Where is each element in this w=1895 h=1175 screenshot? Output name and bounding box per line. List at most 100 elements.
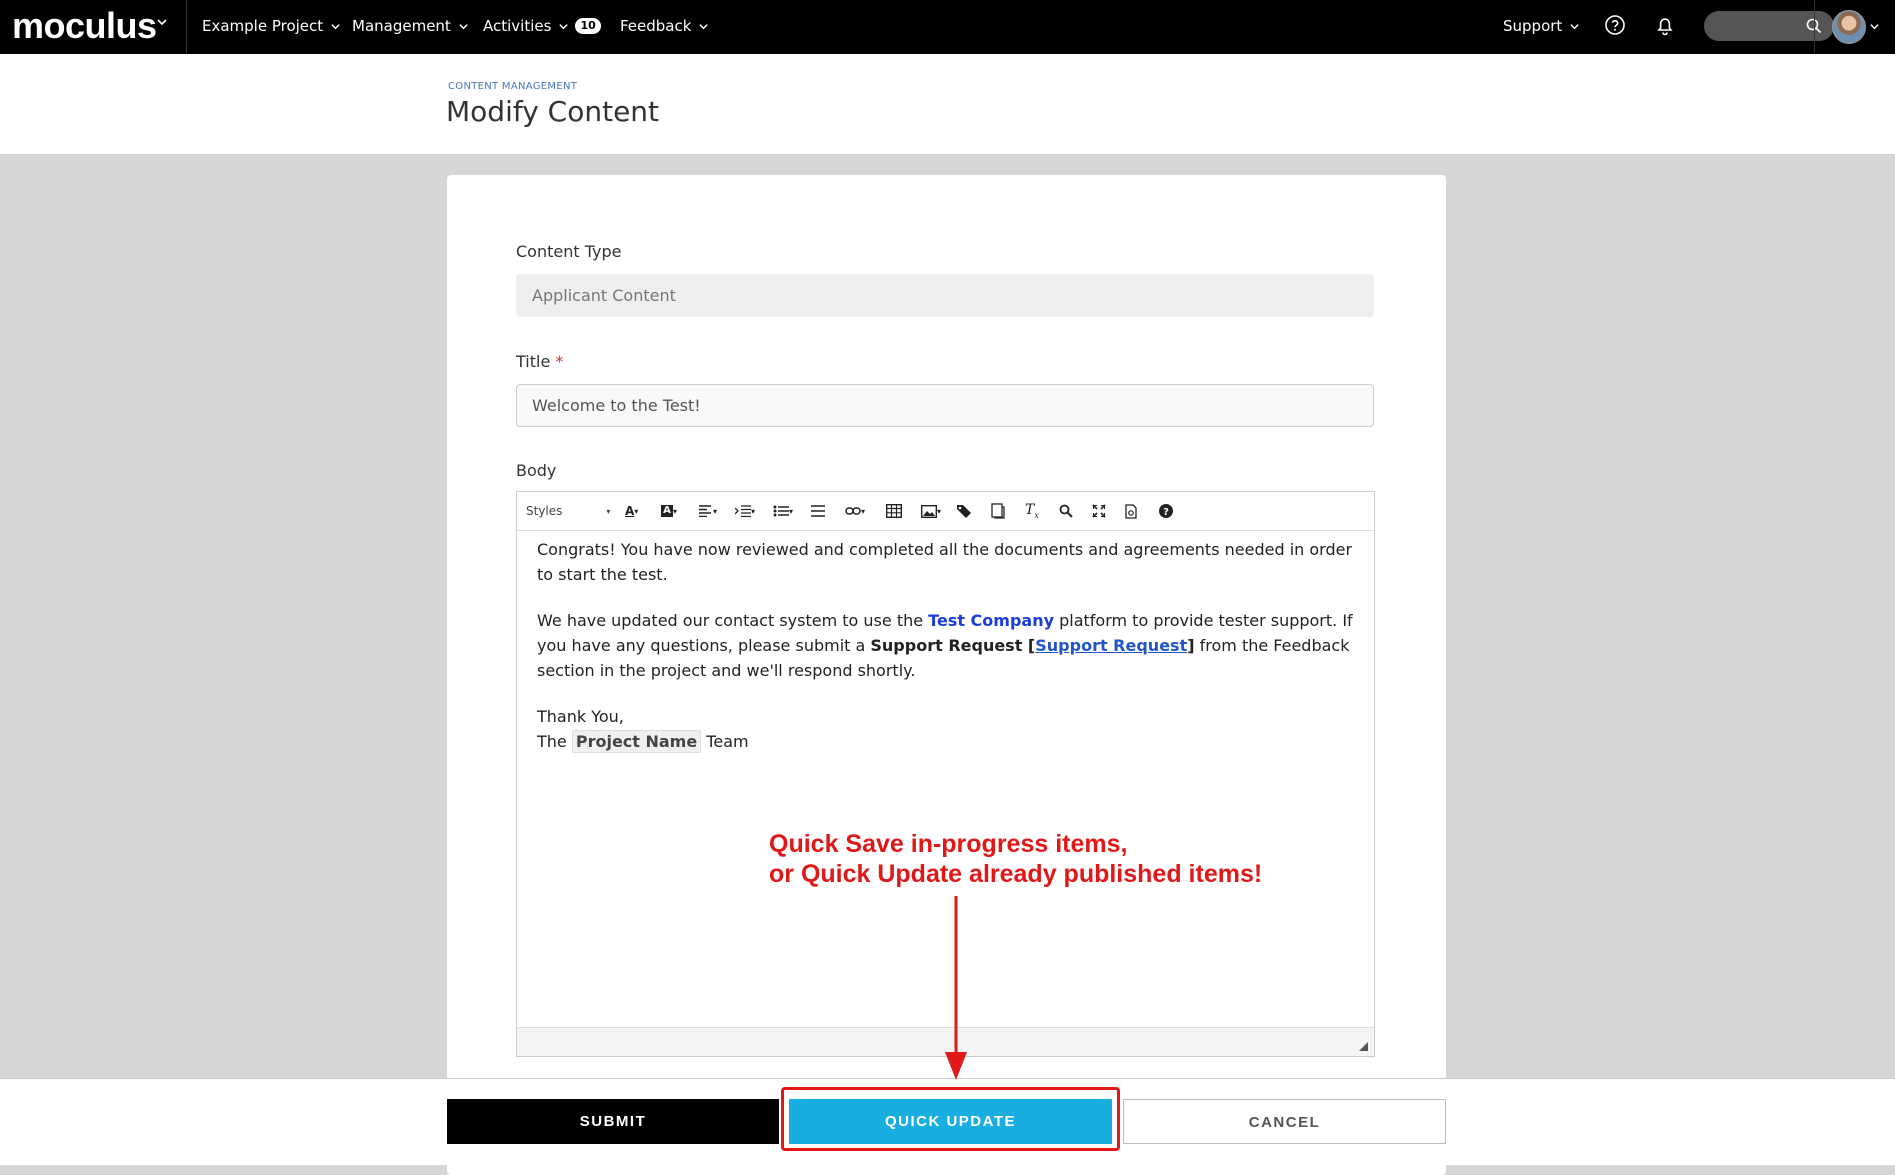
body-paragraph: We have updated our contact system to us… bbox=[537, 608, 1357, 683]
body-paragraph: Congrats! You have now reviewed and comp… bbox=[537, 540, 1353, 584]
find-button[interactable] bbox=[1059, 502, 1073, 520]
top-navbar: moculus Example Project Management Activ… bbox=[0, 0, 1895, 54]
activities-count-badge: 10 bbox=[575, 18, 601, 34]
title-input[interactable] bbox=[516, 384, 1374, 427]
resize-handle-icon[interactable] bbox=[1359, 1042, 1368, 1051]
clear-formatting-icon: Tx bbox=[1025, 502, 1039, 520]
dropdown-arrow-icon: ▾ bbox=[634, 506, 639, 516]
preview-icon bbox=[1125, 503, 1137, 519]
logo[interactable]: moculus bbox=[12, 6, 157, 46]
editor-toolbar: Styles ▾ A ▾ A ▾ ▾ ▾ ▾ ▾ ▾ Tx ? bbox=[517, 492, 1374, 531]
annotation-line: Quick Save in-progress items, bbox=[769, 830, 1128, 858]
text-run: Thank You, bbox=[537, 707, 624, 726]
nav-item-label: Support bbox=[1503, 17, 1563, 35]
chevron-down-icon[interactable] bbox=[156, 16, 168, 28]
image-icon bbox=[921, 504, 937, 518]
indent-button[interactable]: ▾ bbox=[735, 502, 755, 520]
preview-button[interactable] bbox=[1125, 502, 1137, 520]
page-icon bbox=[991, 503, 1005, 519]
breadcrumb[interactable]: CONTENT MANAGEMENT bbox=[448, 81, 577, 92]
annotation-callout: Quick Save in-progress items, or Quick U… bbox=[769, 829, 1262, 889]
nav-example-project[interactable]: Example Project bbox=[202, 16, 341, 36]
dropdown-arrow-icon: ▾ bbox=[713, 506, 718, 516]
fullscreen-button[interactable] bbox=[1092, 502, 1106, 520]
table-button[interactable] bbox=[886, 502, 902, 520]
nav-management[interactable]: Management bbox=[352, 16, 469, 36]
dropdown-arrow-icon: ▾ bbox=[751, 506, 756, 516]
company-name-text: Test Company bbox=[928, 611, 1055, 630]
nav-support[interactable]: Support bbox=[1503, 16, 1580, 36]
page-break-button[interactable] bbox=[991, 502, 1005, 520]
chevron-down-icon[interactable] bbox=[1869, 21, 1880, 32]
horizontal-rule-button[interactable] bbox=[811, 502, 825, 520]
text-run: Team bbox=[701, 732, 749, 751]
text-run: We have updated our contact system to us… bbox=[537, 611, 929, 630]
nav-item-label: Activities bbox=[483, 17, 552, 35]
dropdown-arrow-icon: ▾ bbox=[606, 506, 611, 516]
fullscreen-icon bbox=[1092, 504, 1106, 518]
horizontal-rule-icon bbox=[811, 505, 825, 517]
body-label: Body bbox=[516, 461, 557, 480]
nav-divider bbox=[186, 0, 187, 54]
nav-activities[interactable]: Activities 10 bbox=[483, 16, 601, 36]
content-type-label: Content Type bbox=[516, 242, 622, 261]
dropdown-arrow-icon: ▾ bbox=[937, 506, 942, 516]
title-label-text: Title bbox=[516, 352, 551, 371]
content-type-field: Applicant Content bbox=[516, 274, 1374, 317]
page-header: CONTENT MANAGEMENT Modify Content bbox=[0, 54, 1895, 155]
styles-dropdown[interactable]: Styles ▾ bbox=[526, 502, 610, 520]
cancel-button[interactable]: CANCEL bbox=[1123, 1099, 1446, 1144]
indent-icon bbox=[735, 505, 751, 517]
annotation-highlight-box bbox=[781, 1087, 1120, 1151]
required-mark: * bbox=[555, 352, 564, 371]
support-request-text: Support Request bbox=[870, 636, 1023, 655]
body-paragraph: Thank You, The Project Name Team bbox=[537, 704, 1357, 754]
text-color-icon: A bbox=[625, 504, 635, 518]
nav-item-label: Example Project bbox=[202, 17, 324, 35]
background-color-button[interactable]: A ▾ bbox=[661, 502, 677, 520]
project-name-token[interactable]: Project Name bbox=[571, 730, 702, 753]
submit-button[interactable]: SUBMIT bbox=[447, 1099, 779, 1144]
search-icon bbox=[1059, 504, 1073, 518]
bracket-text: [ bbox=[1022, 636, 1036, 655]
tags-button[interactable] bbox=[956, 502, 972, 520]
align-left-icon bbox=[699, 505, 711, 517]
bulleted-list-icon bbox=[773, 505, 789, 517]
text-run: The bbox=[537, 732, 572, 751]
styles-dropdown-label: Styles bbox=[526, 504, 563, 518]
text-color-button[interactable]: A ▾ bbox=[625, 502, 638, 520]
dropdown-arrow-icon: ▾ bbox=[673, 506, 678, 516]
align-button[interactable]: ▾ bbox=[699, 502, 717, 520]
chevron-down-icon bbox=[459, 23, 468, 29]
chevron-down-icon bbox=[699, 23, 709, 29]
page-title: Modify Content bbox=[446, 95, 660, 128]
help-button[interactable]: ? bbox=[1159, 502, 1173, 520]
editor-statusbar bbox=[517, 1027, 1374, 1056]
image-button[interactable]: ▾ bbox=[921, 502, 941, 520]
bell-icon[interactable] bbox=[1654, 14, 1676, 36]
clear-formatting-button[interactable]: Tx bbox=[1025, 502, 1039, 520]
content-form-card: Content Type Applicant Content Title * B… bbox=[447, 175, 1446, 1175]
help-icon: ? bbox=[1159, 504, 1173, 518]
help-icon[interactable] bbox=[1604, 14, 1626, 36]
dropdown-arrow-icon: ▾ bbox=[789, 506, 794, 516]
link-button[interactable]: ▾ bbox=[845, 502, 865, 520]
table-icon bbox=[886, 504, 902, 518]
chevron-down-icon bbox=[559, 23, 569, 29]
nav-item-label: Feedback bbox=[620, 17, 692, 35]
list-button[interactable]: ▾ bbox=[773, 502, 793, 520]
bracket-text: ] bbox=[1187, 636, 1195, 655]
nav-feedback[interactable]: Feedback bbox=[620, 16, 709, 36]
nav-divider bbox=[1814, 0, 1815, 54]
chevron-down-icon bbox=[1570, 23, 1579, 29]
support-request-link[interactable]: Support Request bbox=[1035, 636, 1187, 655]
chevron-down-icon bbox=[331, 23, 340, 29]
rich-text-editor[interactable]: Styles ▾ A ▾ A ▾ ▾ ▾ ▾ ▾ ▾ Tx ? Congrats… bbox=[516, 491, 1375, 1057]
avatar[interactable] bbox=[1832, 10, 1866, 44]
title-label: Title * bbox=[516, 352, 563, 371]
nav-item-label: Management bbox=[352, 17, 451, 35]
link-icon bbox=[845, 507, 861, 515]
background-color-icon: A bbox=[661, 505, 673, 517]
editor-content[interactable]: Congrats! You have now reviewed and comp… bbox=[537, 537, 1357, 775]
svg-text:?: ? bbox=[1163, 507, 1169, 518]
